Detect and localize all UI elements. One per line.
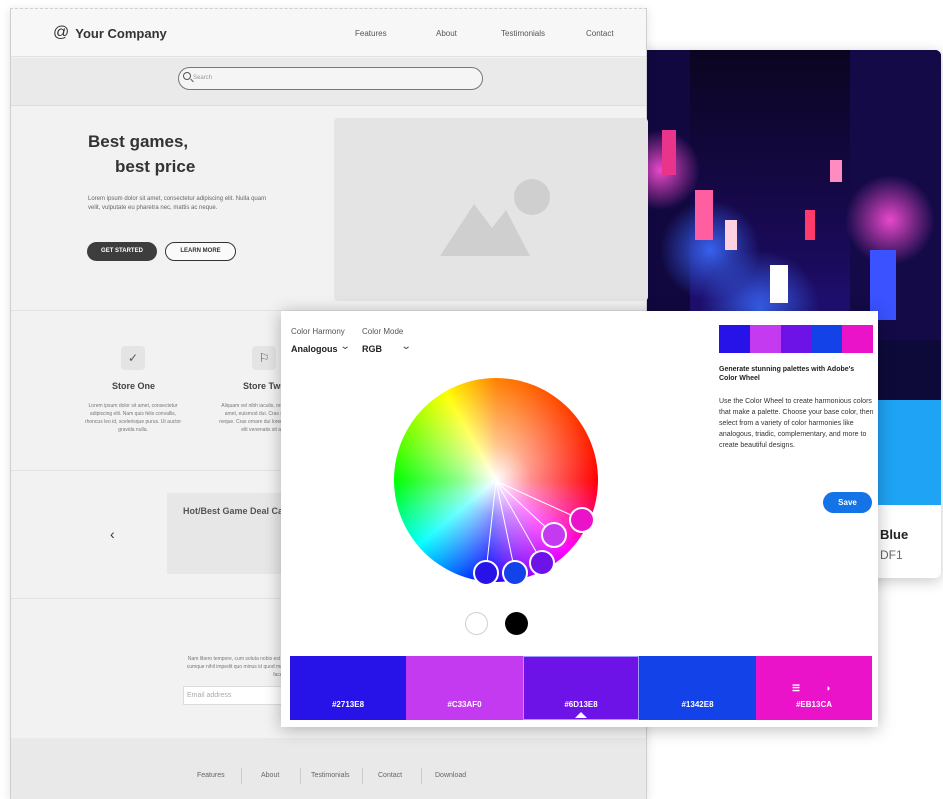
hero-title-line1: Best games, (88, 132, 189, 151)
sliders-icon[interactable]: ☰ (792, 683, 800, 694)
checkmark-icon: ✓ (121, 346, 145, 370)
footer-separator (300, 768, 301, 784)
hero-description: Lorem ipsum dolor sit amet, consectetur … (88, 196, 267, 211)
get-started-button[interactable]: GET STARTED (87, 242, 157, 261)
contrast-icon[interactable]: ◑ (825, 683, 830, 693)
color-wheel-title: Generate stunning palettes with Adobe's … (719, 366, 855, 382)
footer-features[interactable]: Features (197, 772, 225, 779)
color-wheel-handles[interactable] (281, 311, 721, 611)
palette-swatch[interactable]: #1342E8 (639, 656, 756, 720)
feature-desc-1: Lorem ipsum dolor sit amet, consectetur … (84, 403, 182, 433)
caret-up-icon (575, 712, 587, 718)
nav-testimonials[interactable]: Testimonials (501, 29, 545, 38)
palette-preview-swatch (842, 325, 873, 353)
black-swatch-button[interactable] (505, 612, 528, 635)
footer-separator (362, 768, 363, 784)
feature-title-1: Store One (112, 381, 156, 391)
white-swatch-button[interactable] (465, 612, 488, 635)
palette-preview (719, 325, 873, 353)
color-handle-3 (529, 550, 555, 576)
nav-features[interactable]: Features (355, 29, 387, 38)
color-wheel-description: Use the Color Wheel to create harmonious… (719, 398, 874, 449)
palette-swatch[interactable]: #2713E8 (290, 656, 406, 720)
palette-preview-swatch (811, 325, 843, 353)
company-logo[interactable]: @ Your Company (53, 25, 167, 41)
color-handle-4 (541, 522, 567, 548)
photo-color-name: Blue (880, 527, 909, 542)
swatch-hex[interactable]: #6D13E8 (523, 700, 639, 709)
deal-cards-title: Hot/Best Game Deal Cards (183, 506, 298, 516)
search-placeholder: Search (193, 75, 213, 81)
email-input[interactable]: Email address (183, 686, 293, 705)
swatch-hex[interactable]: #C33AF0 (406, 700, 523, 709)
flag-icon: ⚐ (252, 346, 276, 370)
wireframe-footer: Features About Testimonials Contact Down… (11, 738, 646, 799)
color-handle-2 (502, 560, 528, 586)
palette-preview-swatch (719, 325, 750, 353)
footer-separator (241, 768, 242, 784)
footer-download[interactable]: Download (435, 772, 466, 779)
hero-title: Best games, best price (88, 129, 195, 179)
search-input[interactable]: Search (178, 67, 483, 90)
footer-contact[interactable]: Contact (378, 772, 402, 779)
nav-contact[interactable]: Contact (586, 29, 614, 38)
palette-preview-swatch (749, 325, 781, 353)
swatch-hex[interactable]: #EB13CA (756, 700, 872, 709)
footer-separator (421, 768, 422, 784)
swatch-hex[interactable]: #2713E8 (290, 700, 406, 709)
palette-swatches: #2713E8 #C33AF0 #6D13E8 #1342E8 ☰ ◑ #EB1… (290, 656, 872, 720)
save-button[interactable]: Save (823, 492, 872, 513)
learn-more-button[interactable]: LEARN MORE (165, 242, 236, 261)
photo-color-hex: DF1 (880, 548, 903, 562)
hero-title-line2: best price (115, 157, 196, 176)
company-name: Your Company (75, 25, 167, 41)
palette-swatch[interactable]: #C33AF0 (406, 656, 523, 720)
feature-title-2: Store Two (243, 381, 286, 391)
search-bar-row: Search (11, 58, 646, 106)
color-handle-1 (473, 560, 499, 586)
footer-testimonials[interactable]: Testimonials (311, 772, 350, 779)
color-handle-5 (569, 507, 595, 533)
palette-preview-swatch (780, 325, 812, 353)
image-placeholder-icon (440, 179, 550, 256)
carousel-prev-button[interactable]: ‹ (110, 526, 115, 542)
wireframe-header: @ Your Company Features About Testimonia… (11, 9, 646, 57)
palette-swatch-selected[interactable]: #6D13E8 (523, 656, 639, 720)
search-icon (183, 72, 191, 80)
footer-about[interactable]: About (261, 772, 279, 779)
nav-about[interactable]: About (436, 29, 457, 38)
at-icon: @ (53, 24, 70, 41)
palette-swatch-base[interactable]: ☰ ◑ #EB13CA (756, 656, 872, 720)
swatch-hex[interactable]: #1342E8 (639, 700, 756, 709)
color-wheel-panel: Color Harmony Analogous ⌄ Color Mode RGB… (281, 311, 878, 727)
hero-image-placeholder (334, 118, 648, 301)
